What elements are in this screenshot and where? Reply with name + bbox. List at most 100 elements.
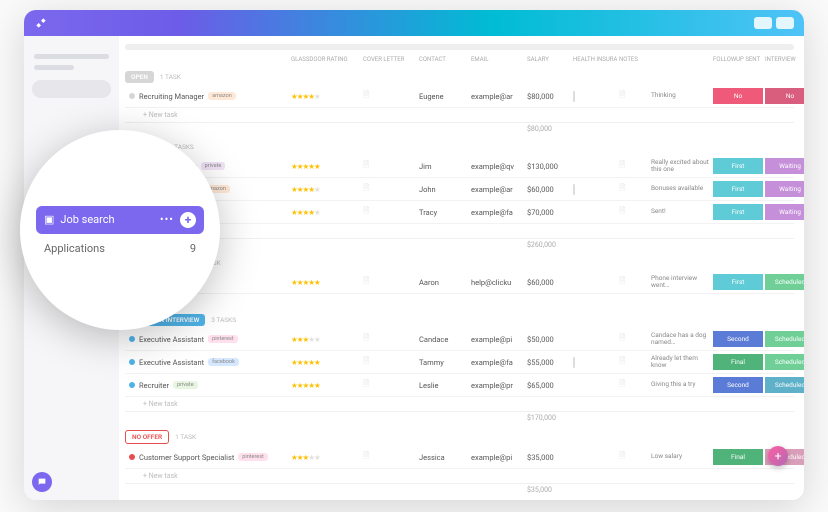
list-applications[interactable]: Applications 9 [36, 234, 204, 255]
group-header[interactable]: NO OFFER1 TASK [125, 430, 794, 444]
health-insurance-checkbox[interactable] [573, 184, 575, 195]
company-tag[interactable]: pinterest [238, 453, 268, 461]
status-badge[interactable]: OPEN [125, 71, 154, 83]
interview-status[interactable]: Waiting [765, 204, 804, 220]
cover-letter-icon[interactable]: 🗎 [363, 159, 417, 173]
new-task-button[interactable]: + New task [125, 294, 794, 308]
table-row[interactable]: Customer Support Specialistpinterest★★★★… [125, 446, 794, 469]
cover-letter-icon[interactable]: 🗎 [363, 182, 417, 196]
topbar-pill[interactable] [776, 17, 794, 29]
new-task-button[interactable]: + New task [125, 397, 794, 411]
interview-status[interactable]: No [765, 88, 804, 104]
company-tag[interactable]: pinterest [208, 335, 238, 343]
cover-letter-icon[interactable]: 🗎 [363, 378, 417, 392]
group-header[interactable]: IN PERSON INTERVIEW3 TASKS [125, 314, 794, 326]
add-fab[interactable]: + [768, 446, 788, 466]
table-row[interactable]: Recruiterprivate★★★★★🗎Leslieexample@pr$6… [125, 374, 794, 397]
rating-stars[interactable]: ★★★★★ [291, 185, 361, 194]
followup-status[interactable]: First [713, 274, 763, 290]
notes-icon[interactable]: 🗎 [619, 450, 649, 464]
group-header[interactable]: OPEN1 TASK [125, 71, 794, 83]
chat-fab[interactable] [32, 472, 52, 492]
rating-stars[interactable]: ★★★★★ [291, 208, 361, 217]
table-row[interactable]: Account Manageramazon★★★★★🗎Johnexample@a… [125, 178, 794, 201]
email-text: example@pi [471, 335, 525, 344]
add-list-button[interactable]: + [180, 212, 196, 228]
task-title: Executive Assistant [139, 335, 204, 344]
sidebar-search[interactable] [32, 80, 111, 98]
table-row[interactable]: Recruiterclickup★★★★★🗎Aaronhelp@clicku$6… [125, 271, 794, 294]
followup-status[interactable]: Final [713, 449, 763, 465]
table-row[interactable]: Recruiting Manageramazon★★★★★🗎Eugeneexam… [125, 85, 794, 108]
list-label: Applications [44, 242, 105, 255]
followup-status[interactable]: No [713, 88, 763, 104]
rating-stars[interactable]: ★★★★★ [291, 162, 361, 171]
notes-text: Giving this a try [651, 381, 711, 388]
followup-status[interactable]: First [713, 158, 763, 174]
contact-name: Aaron [419, 278, 469, 287]
cover-letter-icon[interactable]: 🗎 [363, 450, 417, 464]
notes-icon[interactable]: 🗎 [619, 275, 649, 289]
table-row[interactable]: Executive Assistantfacebook★★★★★🗎Tammyex… [125, 351, 794, 374]
notes-icon[interactable]: 🗎 [619, 159, 649, 173]
cover-letter-icon[interactable]: 🗎 [363, 89, 417, 103]
health-insurance-checkbox[interactable] [573, 357, 575, 368]
company-tag[interactable]: private [173, 381, 198, 389]
new-task-button[interactable]: + New task [125, 469, 794, 483]
group-subtotal: $80,000 [125, 122, 794, 135]
cover-letter-icon[interactable]: 🗎 [363, 275, 417, 289]
cover-letter-icon[interactable]: 🗎 [363, 332, 417, 346]
interview-status[interactable]: Scheduled [765, 274, 804, 290]
followup-status[interactable]: Second [713, 377, 763, 393]
rating-stars[interactable]: ★★★★★ [291, 278, 361, 287]
notes-icon[interactable]: 🗎 [619, 89, 649, 103]
interview-status[interactable]: Waiting [765, 181, 804, 197]
table-row[interactable]: Executive Assistantpinterest★★★★★🗎Candac… [125, 328, 794, 351]
notes-icon[interactable]: 🗎 [619, 182, 649, 196]
cover-letter-icon[interactable]: 🗎 [363, 355, 417, 369]
top-bar [24, 10, 804, 36]
notes-icon[interactable]: 🗎 [619, 355, 649, 369]
company-tag[interactable]: facebook [208, 358, 239, 366]
new-task-button[interactable]: + New task [125, 224, 794, 238]
new-task-button[interactable]: + New task [125, 108, 794, 122]
notes-text: Thinking [651, 92, 711, 99]
group-header[interactable]: APPLIED3 TASKS [125, 141, 794, 153]
notes-icon[interactable]: 🗎 [619, 378, 649, 392]
interview-status[interactable]: Scheduled [765, 377, 804, 393]
followup-status[interactable]: First [713, 204, 763, 220]
rating-stars[interactable]: ★★★★★ [291, 92, 361, 101]
notes-text: Low salary [651, 453, 711, 460]
task-title: Recruiting Manager [139, 92, 204, 101]
rating-stars[interactable]: ★★★★★ [291, 358, 361, 367]
health-insurance-checkbox[interactable] [573, 91, 575, 102]
status-badge[interactable]: NO OFFER [125, 430, 169, 444]
company-tag[interactable]: amazon [208, 92, 236, 100]
cover-letter-icon[interactable]: 🗎 [363, 205, 417, 219]
contact-name: Jessica [419, 453, 469, 462]
salary-subtotal: $260,000 [527, 241, 571, 249]
topbar-pill[interactable] [754, 17, 772, 29]
rating-stars[interactable]: ★★★★★ [291, 335, 361, 344]
folder-job-search[interactable]: ▣ Job search ••• + [36, 206, 204, 234]
rating-stars[interactable]: ★★★★★ [291, 381, 361, 390]
column-header: NOTES [619, 56, 649, 63]
interview-status[interactable]: Scheduled [765, 331, 804, 347]
table-row[interactable]: Recruiterfacebook★★★★★🗎Tracyexample@fa$7… [125, 201, 794, 224]
more-icon[interactable]: ••• [160, 213, 174, 226]
group-header[interactable]: PHONE INTERVIEW1 TASK [125, 257, 794, 269]
notes-icon[interactable]: 🗎 [619, 332, 649, 346]
interview-status[interactable]: Scheduled [765, 354, 804, 370]
folder-icon: ▣ [44, 213, 54, 226]
followup-status[interactable]: First [713, 181, 763, 197]
salary-subtotal: $80,000 [527, 125, 571, 133]
interview-status[interactable]: Waiting [765, 158, 804, 174]
followup-status[interactable]: Final [713, 354, 763, 370]
company-tag[interactable]: private [201, 162, 226, 170]
rating-stars[interactable]: ★★★★★ [291, 453, 361, 462]
column-header: COVER LETTER [363, 56, 417, 63]
table-row[interactable]: Product Managerprivate★★★★★🗎Jimexample@q… [125, 155, 794, 178]
followup-status[interactable]: Second [713, 331, 763, 347]
contact-name: Tammy [419, 358, 469, 367]
notes-icon[interactable]: 🗎 [619, 205, 649, 219]
